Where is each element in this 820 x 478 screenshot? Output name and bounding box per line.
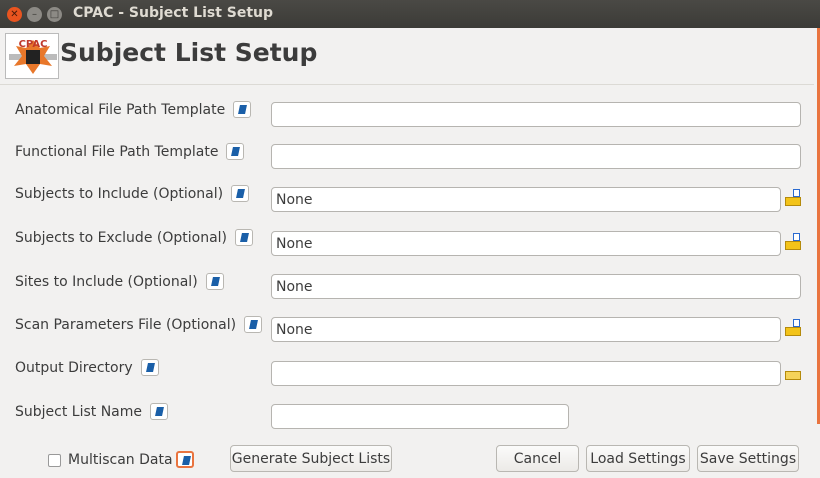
cpac-logo: CPAC [5,33,59,79]
label-text: Functional File Path Template [15,143,219,160]
sites-include-label: Sites to Include (Optional) [15,273,224,290]
label-text: Multiscan Data [68,451,173,468]
help-icon[interactable] [235,229,253,246]
svg-text:CPAC: CPAC [19,39,48,50]
multiscan-label: Multiscan Data [68,451,194,468]
folder-icon[interactable] [785,367,801,380]
subjects-exclude-input[interactable] [271,231,781,256]
output-directory-input[interactable] [271,361,781,386]
file-open-icon[interactable] [785,189,801,206]
title-bar: ✕ – □ CPAC - Subject List Setup [0,0,820,28]
load-settings-button[interactable]: Load Settings [586,445,690,472]
help-icon[interactable] [150,403,169,420]
save-settings-button[interactable]: Save Settings [697,445,799,472]
label-text: Scan Parameters File (Optional) [15,316,237,333]
close-window-button[interactable]: ✕ [7,7,22,22]
divider [0,84,814,85]
anatomical-template-input[interactable] [271,102,801,127]
help-icon[interactable] [140,359,159,376]
file-open-icon[interactable] [785,233,801,250]
functional-template-input[interactable] [271,144,801,169]
window-title: CPAC - Subject List Setup [73,5,274,21]
output-directory-label: Output Directory [15,359,159,376]
functional-label: Functional File Path Template [15,143,245,160]
help-icon[interactable] [175,451,194,468]
generate-subject-lists-button[interactable]: Generate Subject Lists [230,445,392,472]
help-icon[interactable] [226,143,245,160]
sites-include-input[interactable] [271,274,801,299]
maximize-window-button[interactable]: □ [47,7,62,22]
file-open-icon[interactable] [785,319,801,336]
subjects-include-label: Subjects to Include (Optional) [15,185,250,202]
scan-params-input[interactable] [271,317,781,342]
label-text: Output Directory [15,359,133,376]
label-text: Subject List Name [15,403,143,420]
help-icon[interactable] [231,185,250,202]
page-title: Subject List Setup [60,38,318,67]
multiscan-checkbox[interactable] [48,454,61,467]
scan-params-label: Scan Parameters File (Optional) [15,316,263,333]
label-text: Subjects to Exclude (Optional) [15,229,227,246]
minimize-window-button[interactable]: – [27,7,42,22]
subject-list-name-label: Subject List Name [15,403,169,420]
subject-list-name-input[interactable] [271,404,569,429]
subjects-exclude-label: Subjects to Exclude (Optional) [15,229,253,246]
anatomical-label: Anatomical File Path Template [15,101,252,118]
subjects-include-input[interactable] [271,187,781,212]
help-icon[interactable] [244,316,263,333]
label-text: Sites to Include (Optional) [15,273,198,290]
help-icon[interactable] [205,273,224,290]
label-text: Subjects to Include (Optional) [15,185,224,202]
help-icon[interactable] [233,101,252,118]
label-text: Anatomical File Path Template [15,101,226,118]
cancel-button[interactable]: Cancel [496,445,579,472]
